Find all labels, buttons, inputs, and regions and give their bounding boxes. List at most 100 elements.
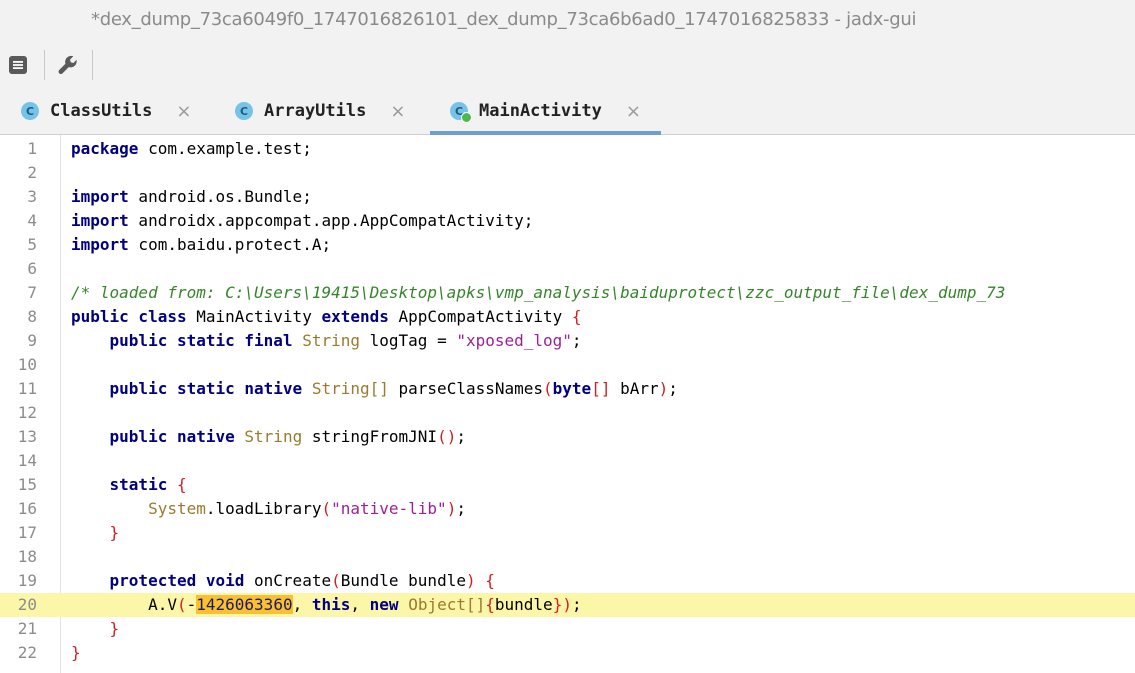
line-number: 2 (27, 163, 37, 182)
code-token: com.baidu.protect.A; (128, 235, 332, 254)
code-token: Bundle bundle (340, 571, 466, 590)
code-token: ; (456, 499, 466, 518)
string-literal: "native-lib" (331, 499, 447, 518)
code-line[interactable]: 1 package com.example.test; (0, 137, 1135, 161)
method-name: onCreate (244, 571, 332, 590)
code-line-highlighted[interactable]: 20 A.V(-1426063360, this, new Object[]{b… (0, 593, 1135, 617)
code-editor[interactable]: 1 package com.example.test; 2 3 import and… (0, 135, 1135, 673)
code-line[interactable]: 5 import com.baidu.protect.A; (0, 233, 1135, 257)
paren: ) (446, 499, 457, 518)
tab-mainactivity[interactable]: C MainActivity × (430, 88, 661, 135)
code-text: public class MainActivity extends AppCom… (71, 305, 582, 329)
code-text: System.loadLibrary("native-lib"); (71, 497, 466, 521)
menu-button[interactable] (3, 50, 33, 80)
code-line[interactable]: 21 } (0, 617, 1135, 641)
code-line[interactable]: 8 public class MainActivity extends AppCo… (0, 305, 1135, 329)
code-text: A.V(-1426063360, this, new Object[]{bund… (71, 593, 582, 617)
code-token: ; (571, 595, 582, 614)
code-line[interactable]: 14 (0, 449, 1135, 473)
line-number: 22 (17, 643, 37, 662)
line-number: 3 (27, 187, 37, 206)
code-line[interactable]: 9 public static final String logTag = "x… (0, 329, 1135, 353)
tab-bar: C ClassUtils × C ArrayUtils × C MainActi… (0, 88, 1135, 135)
code-line[interactable]: 3 import android.os.Bundle; (0, 185, 1135, 209)
brace: { (485, 571, 495, 590)
code-text: import android.os.Bundle; (71, 185, 312, 209)
code-line[interactable]: 22} (0, 641, 1135, 665)
paren: ) (562, 595, 572, 614)
class-icon: C (450, 102, 472, 123)
keyword: public static native (109, 379, 303, 398)
code-text: public static final String logTag = "xpo… (71, 329, 582, 353)
keyword: import (71, 187, 129, 206)
preferences-button[interactable] (53, 50, 83, 80)
code-line[interactable]: 13 public native String stringFromJNI(); (0, 425, 1135, 449)
code-text: import com.baidu.protect.A; (71, 233, 331, 257)
line-number: 4 (27, 211, 37, 230)
brace: { (176, 475, 187, 494)
code-text: import androidx.appcompat.app.AppCompatA… (71, 209, 533, 233)
close-icon[interactable]: × (390, 101, 405, 122)
code-line[interactable]: 16 System.loadLibrary("native-lib"); (0, 497, 1135, 521)
code-line[interactable]: 12 (0, 401, 1135, 425)
code-token: bundle (494, 595, 553, 614)
code-line[interactable]: 4 import androidx.appcompat.app.AppCompat… (0, 209, 1135, 233)
code-token: logTag = (360, 331, 457, 350)
search-match: 1426063360 (196, 595, 293, 614)
code-line[interactable]: 19 protected void onCreate(Bundle bundle… (0, 569, 1135, 593)
code-token: , (292, 595, 312, 614)
code-token: androidx.appcompat.app.AppCompatActivity… (128, 211, 534, 230)
toolbar-separator (92, 50, 93, 80)
code-token: MainActivity (186, 307, 322, 326)
type: String[] (311, 379, 389, 398)
brace: } (109, 523, 120, 542)
method-name: .loadLibrary (205, 499, 322, 518)
window-title: *dex_dump_73ca6049f0_1747016826101_dex_d… (91, 9, 917, 30)
paren: ) (465, 571, 476, 590)
brace: { (485, 595, 495, 614)
line-number: 20 (17, 595, 37, 614)
keyword: public static final (109, 331, 293, 350)
title-bar: *dex_dump_73ca6049f0_1747016826101_dex_d… (0, 0, 1135, 42)
close-icon[interactable]: × (176, 101, 191, 122)
code-line[interactable]: 6 (0, 257, 1135, 281)
paren: ( (543, 379, 553, 398)
line-number: 8 (27, 307, 37, 326)
line-number: 1 (27, 139, 37, 158)
line-number: 19 (17, 571, 37, 590)
method-name: stringFromJNI (302, 427, 438, 446)
code-line[interactable]: 18 (0, 545, 1135, 569)
type: Object[] (408, 595, 486, 614)
code-line[interactable]: 15 static { (0, 473, 1135, 497)
tab-label: ClassUtils (50, 101, 153, 121)
code-line[interactable]: 2 (0, 161, 1135, 185)
code-line[interactable]: 10 (0, 353, 1135, 377)
code-token: bArr (610, 379, 659, 398)
tab-arrayutils[interactable]: C ArrayUtils × (235, 88, 405, 134)
code-text: public native String stringFromJNI(); (71, 425, 466, 449)
line-number: 10 (17, 355, 37, 374)
code-line[interactable]: 17 } (0, 521, 1135, 545)
brace: } (552, 595, 563, 614)
close-icon[interactable]: × (626, 101, 641, 122)
line-number: 11 (17, 379, 37, 398)
tab-classutils[interactable]: C ClassUtils × (21, 88, 191, 134)
toolbar (0, 42, 1135, 88)
keyword: new (369, 595, 399, 614)
tab-label: ArrayUtils (264, 101, 367, 121)
brace: } (109, 619, 120, 638)
code-line[interactable]: 7 /* loaded from: C:\Users\19415\Desktop\… (0, 281, 1135, 305)
code-text: protected void onCreate(Bundle bundle) { (71, 569, 495, 593)
line-number: 18 (17, 547, 37, 566)
code-text: package com.example.test; (71, 137, 312, 161)
line-number: 13 (17, 427, 37, 446)
line-number: 9 (27, 331, 37, 350)
keyword: public native (109, 427, 235, 446)
code-line[interactable]: 11 public static native String[] parseCl… (0, 377, 1135, 401)
keyword: protected void (109, 571, 245, 590)
wrench-icon (58, 55, 77, 75)
